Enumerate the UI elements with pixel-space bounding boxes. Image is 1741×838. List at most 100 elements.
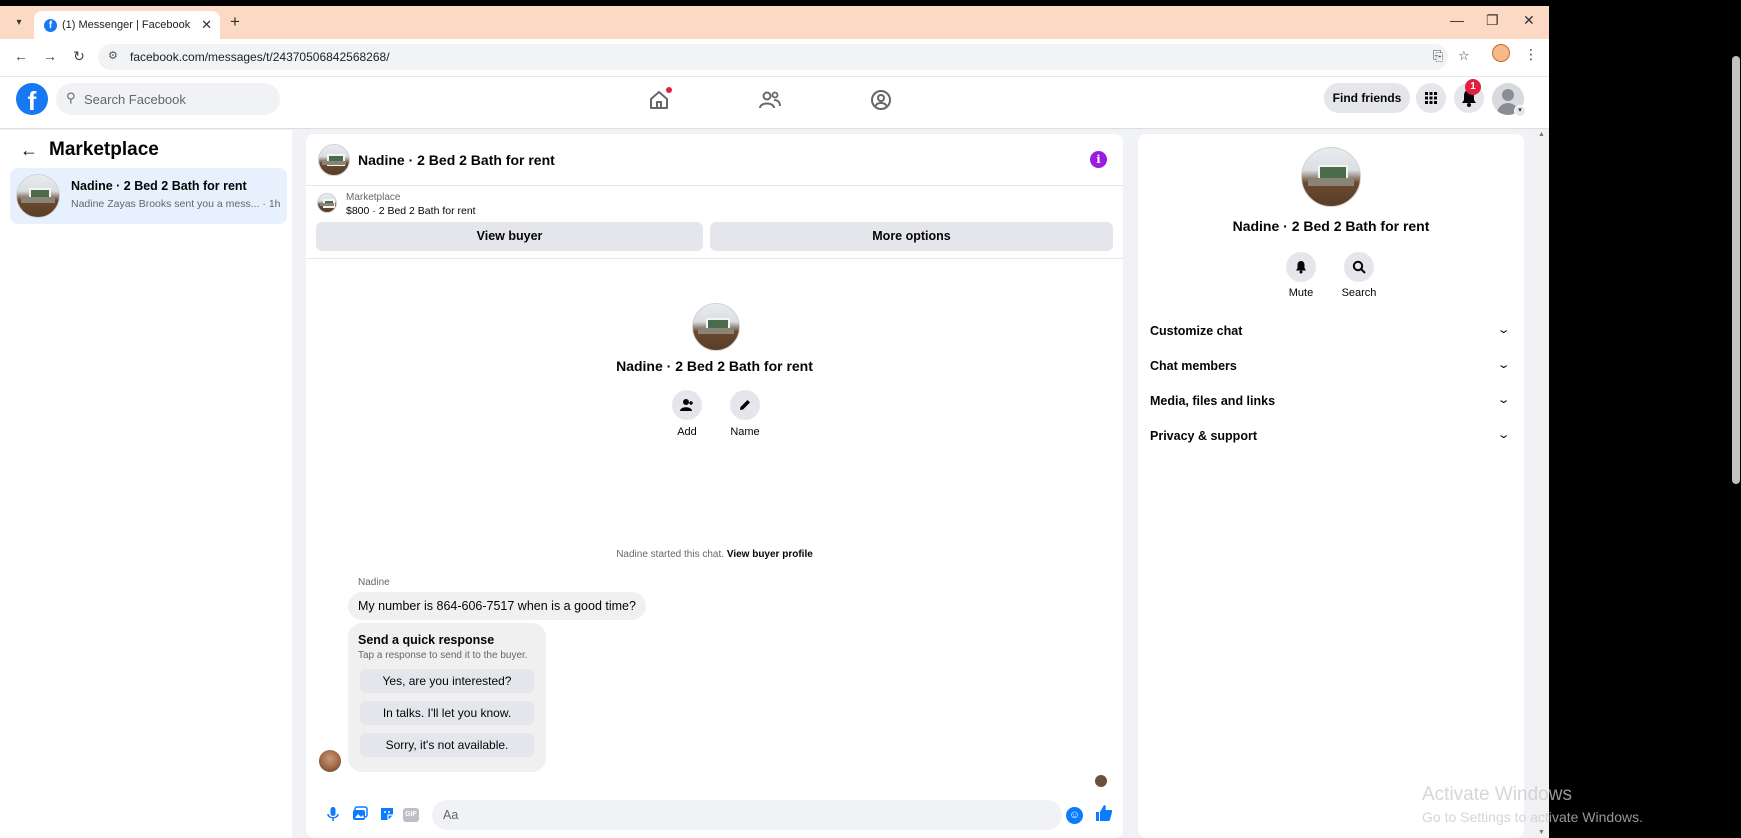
url-text[interactable]: facebook.com/messages/t/2437050684256826…	[130, 50, 390, 64]
tab-strip: ▾ f (1) Messenger | Facebook ✕ + — ❐ ✕	[0, 6, 1549, 39]
sidebar-title: Marketplace	[49, 139, 159, 160]
customize-chat-label: Customize chat	[1150, 324, 1243, 338]
name-label: Name	[730, 426, 760, 438]
quick-response-yes-button[interactable]: Yes, are you interested?	[360, 669, 534, 693]
browser-window: ▾ f (1) Messenger | Facebook ✕ + — ❐ ✕ ←…	[0, 6, 1549, 838]
screen-scrollbar-thumb[interactable]	[1732, 56, 1740, 484]
customize-chat-row[interactable]: Customize chat ⌄	[1150, 318, 1512, 346]
mute-label: Mute	[1288, 287, 1314, 299]
sticker-icon[interactable]	[378, 806, 396, 824]
back-icon[interactable]: ←	[12, 48, 30, 64]
mute-button[interactable]: Mute	[1275, 252, 1327, 299]
intro-thumbnail	[692, 303, 740, 351]
add-people-button[interactable]: Add	[657, 390, 717, 438]
more-options-button[interactable]: More options	[710, 222, 1113, 251]
bookmark-star-icon[interactable]: ☆	[1458, 48, 1470, 64]
add-label: Add	[677, 426, 697, 438]
back-arrow-icon[interactable]: ←	[20, 140, 38, 161]
search-icon: ⚲	[66, 90, 76, 105]
reload-icon[interactable]: ↻	[70, 48, 88, 65]
browser-menu-icon[interactable]: ⋮	[1524, 46, 1538, 63]
tab-title: (1) Messenger | Facebook	[62, 19, 191, 31]
tab-search-chevron-icon[interactable]: ▾	[10, 14, 28, 32]
microphone-icon[interactable]	[324, 806, 342, 824]
chat-header-thumbnail[interactable]	[318, 144, 350, 176]
activate-windows-subtitle: Go to Settings to activate Windows.	[1422, 809, 1643, 825]
page-scrollbar[interactable]: ▲ ▼	[1535, 129, 1549, 838]
new-tab-icon[interactable]: +	[230, 12, 240, 32]
details-title: Nadine · 2 Bed 2 Bath for rent	[1232, 218, 1430, 234]
home-notification-dot	[666, 87, 672, 93]
chat-panel: Nadine · 2 Bed 2 Bath for rent i Marketp…	[306, 134, 1123, 838]
chat-title[interactable]: Nadine · 2 Bed 2 Bath for rent	[358, 152, 555, 168]
magnifier-icon	[1344, 252, 1374, 282]
conversation-details-panel: Nadine · 2 Bed 2 Bath for rent Mute Sear…	[1138, 134, 1524, 838]
emoji-icon[interactable]: ☺	[1066, 807, 1083, 824]
conversation-name: Nadine · 2 Bed 2 Bath for rent	[71, 179, 247, 193]
media-files-links-label: Media, files and links	[1150, 394, 1276, 408]
address-bar[interactable]: ⚙ facebook.com/messages/t/24370506842568…	[98, 44, 1470, 70]
browser-profile-icon[interactable]	[1492, 44, 1510, 62]
name-chat-button[interactable]: Name	[715, 390, 775, 438]
facebook-search-input[interactable]	[84, 83, 274, 115]
chat-started-notice: Nadine started this chat. View buyer pro…	[306, 549, 1123, 560]
photo-gallery-icon[interactable]	[351, 806, 369, 824]
conversation-info-icon[interactable]: i	[1090, 151, 1107, 168]
chevron-down-icon: ⌄	[1496, 324, 1511, 336]
screen: ▾ f (1) Messenger | Facebook ✕ + — ❐ ✕ ←…	[0, 0, 1741, 838]
groups-nav-icon[interactable]	[868, 87, 894, 113]
chevron-down-icon: ⌄	[1496, 394, 1511, 406]
message-bubble[interactable]: My number is 864-606-7517 when is a good…	[348, 592, 646, 620]
gif-icon[interactable]: GIF	[403, 808, 419, 822]
browser-tab[interactable]: f (1) Messenger | Facebook ✕	[34, 11, 220, 39]
tab-close-icon[interactable]: ✕	[201, 17, 212, 33]
quick-response-in-talks-button[interactable]: In talks. I'll let you know.	[360, 701, 534, 725]
intro-title: Nadine · 2 Bed 2 Bath for rent	[616, 358, 813, 374]
listing-banner-thumbnail[interactable]	[317, 193, 337, 213]
facebook-header: f ⚲ Find friends 1 ▾	[0, 77, 1549, 129]
quick-response-not-available-button[interactable]: Sorry, it's not available.	[360, 733, 534, 757]
home-nav-icon[interactable]	[646, 87, 672, 113]
chat-members-row[interactable]: Chat members ⌄	[1150, 353, 1512, 381]
message-input[interactable]	[432, 800, 1062, 830]
chat-header: Nadine · 2 Bed 2 Bath for rent i	[306, 134, 1123, 186]
find-friends-button[interactable]: Find friends	[1324, 83, 1410, 113]
quick-response-card: Send a quick response Tap a response to …	[348, 623, 546, 772]
browser-toolbar: ← → ↻ ⚙ facebook.com/messages/t/24370506…	[0, 39, 1549, 77]
chat-members-label: Chat members	[1150, 359, 1237, 373]
window-close-icon[interactable]: ✕	[1523, 12, 1535, 29]
listing-price[interactable]: $800 · 2 Bed 2 Bath for rent	[346, 205, 476, 217]
chevron-down-icon: ⌄	[1496, 429, 1511, 441]
pencil-icon	[730, 390, 760, 420]
scroll-up-icon[interactable]: ▲	[1538, 131, 1545, 138]
view-buyer-button[interactable]: View buyer	[316, 222, 703, 251]
message-composer: GIF ☺	[306, 794, 1123, 838]
forward-icon[interactable]: →	[41, 48, 59, 64]
view-buyer-profile-link[interactable]: View buyer profile	[727, 549, 813, 560]
restore-icon[interactable]: ❐	[1486, 12, 1499, 29]
listing-thumbnail	[16, 174, 60, 218]
install-app-icon[interactable]: ⎘	[1433, 48, 1443, 64]
account-chevron-down-icon[interactable]: ▾	[1514, 105, 1526, 117]
menu-grid-icon[interactable]	[1416, 83, 1446, 113]
scroll-down-icon[interactable]: ▼	[1538, 829, 1545, 836]
details-thumbnail[interactable]	[1301, 147, 1361, 207]
quick-response-subtitle: Tap a response to send it to the buyer.	[358, 650, 528, 661]
activate-windows-title: Activate Windows	[1422, 784, 1572, 805]
sender-avatar[interactable]	[319, 750, 341, 772]
media-files-links-row[interactable]: Media, files and links ⌄	[1150, 388, 1512, 416]
facebook-logo-icon[interactable]: f	[16, 83, 48, 116]
sender-name: Nadine	[358, 577, 390, 588]
listing-source: Marketplace	[346, 192, 401, 203]
conversation-list-item[interactable]: Nadine · 2 Bed 2 Bath for rent Nadine Za…	[10, 168, 287, 224]
friends-nav-icon[interactable]	[757, 87, 783, 113]
minimize-icon[interactable]: —	[1450, 12, 1464, 28]
site-info-icon[interactable]: ⚙	[108, 49, 118, 62]
search-label: Search	[1341, 287, 1377, 299]
thumbs-up-icon[interactable]	[1095, 804, 1113, 827]
quick-response-title: Send a quick response	[358, 633, 495, 647]
facebook-search[interactable]: ⚲	[56, 83, 280, 115]
search-in-chat-button[interactable]: Search	[1333, 252, 1385, 299]
privacy-support-row[interactable]: Privacy & support ⌄	[1150, 423, 1512, 451]
facebook-favicon-icon: f	[44, 19, 57, 32]
